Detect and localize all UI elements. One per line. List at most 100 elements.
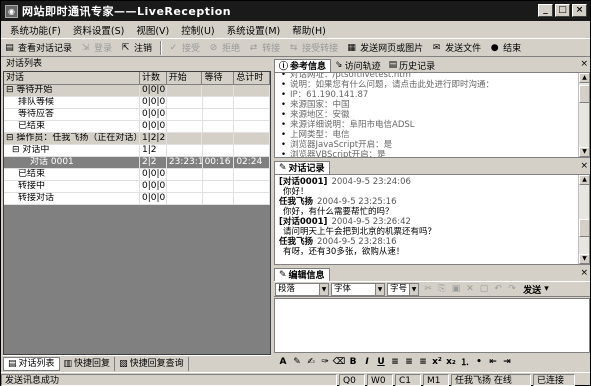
transfer-button[interactable]: ⇄ 转接: [248, 41, 280, 55]
align-left-icon[interactable]: ≡: [388, 355, 402, 368]
table-row[interactable]: 已结束 0|0|0: [4, 169, 270, 181]
table-cell: 0|0|0: [141, 169, 167, 180]
highlight-icon[interactable]: ✍: [304, 355, 318, 368]
eraser-icon[interactable]: ⌫: [332, 355, 346, 368]
underline-icon[interactable]: U: [374, 355, 388, 368]
table-cell: 0|0|0: [141, 97, 167, 108]
close-icon[interactable]: ×: [580, 161, 588, 171]
numbered-list-icon[interactable]: ⒈: [458, 355, 472, 368]
style-icon[interactable]: ✑: [318, 355, 332, 368]
tab-visit-trail[interactable]: ⇘ 访问轨迹: [331, 59, 385, 72]
undo-icon[interactable]: ↶: [491, 283, 505, 296]
table-cell: [203, 121, 235, 132]
reject-button[interactable]: ⊘ 拒绝: [208, 41, 240, 55]
accept-transfer-button[interactable]: ⇆ 接受转接: [288, 41, 338, 55]
tab-conversation-list[interactable]: ▤ 对话列表: [3, 356, 60, 371]
table-row[interactable]: ⊟ 操作员：任我飞扬（正在对话） 1|2|2: [4, 133, 270, 145]
subscript-icon[interactable]: x₂: [444, 355, 458, 368]
delete-icon[interactable]: ✕: [463, 283, 477, 296]
tab-edit-info[interactable]: ✎ 编辑信息: [274, 267, 330, 281]
status-q: Q0: [339, 373, 365, 386]
menu-settings[interactable]: 系统设置(M): [221, 23, 287, 37]
col-total[interactable]: 总计时: [234, 72, 270, 84]
tab-quick-reply-search[interactable]: ▧ 快捷回复查询: [115, 356, 189, 371]
menu-view[interactable]: 视图(V): [130, 23, 175, 37]
col-conversation[interactable]: 对话: [4, 72, 140, 84]
menu-help[interactable]: 帮助(H): [286, 23, 332, 37]
font-select[interactable]: 字体 ▼: [331, 282, 385, 296]
chat-scrollbar[interactable]: ▲ ▼: [578, 175, 589, 264]
tab-reference-info[interactable]: ⓘ 参考信息: [274, 58, 332, 72]
table-row[interactable]: 排队等候 0|0|0: [4, 97, 270, 109]
table-row[interactable]: ⊟ 对话中 1|2: [4, 145, 271, 157]
chat-sender: 任我飞扬: [279, 197, 314, 207]
view-log-button[interactable]: ▤ 查看对话记录: [4, 41, 72, 55]
send-file-button[interactable]: ✉ 发送文件: [431, 41, 481, 55]
col-count[interactable]: 计数: [140, 72, 167, 84]
status-m: M1: [423, 373, 449, 386]
trail-icon: ⇘: [335, 60, 343, 70]
send-page-button[interactable]: ▦ 发送网页或图片: [346, 41, 423, 55]
accept-button[interactable]: ✓ 接受: [168, 41, 200, 55]
italic-icon[interactable]: I: [360, 355, 374, 368]
close-icon[interactable]: ×: [580, 59, 588, 69]
table-cell: [234, 109, 270, 120]
tab-quick-reply[interactable]: ▥ 快捷回复: [60, 356, 116, 371]
send-button[interactable]: 发送 ▾: [519, 283, 553, 296]
bullet-list-icon[interactable]: •: [472, 355, 486, 368]
table-row[interactable]: 已结束 0|0|0: [4, 121, 270, 133]
transfer-icon: ⇄: [249, 42, 258, 53]
status-message: 发送讯息成功: [1, 373, 337, 386]
chat-sender: 任我飞扬: [279, 237, 314, 247]
table-row[interactable]: 转接对话 0|0|0: [4, 193, 270, 205]
bold-icon[interactable]: B: [346, 355, 360, 368]
table-cell: ⊟ 操作员：任我飞扬（正在对话）: [6, 133, 140, 144]
close-icon[interactable]: ×: [580, 268, 588, 278]
table-cell: [234, 85, 270, 96]
select-all-icon[interactable]: ▢: [477, 283, 491, 296]
copy-icon[interactable]: ⎘: [435, 283, 449, 296]
paragraph-select[interactable]: 段落 ▼: [275, 282, 329, 296]
indent-icon[interactable]: ⇥: [500, 355, 514, 368]
login-button[interactable]: ⇲ 登录: [80, 41, 112, 55]
log-icon: ▤: [5, 42, 14, 53]
size-select[interactable]: 字号 ▼: [387, 282, 419, 296]
table-cell: [203, 181, 235, 192]
paste-icon[interactable]: ▣: [449, 283, 463, 296]
align-right-icon[interactable]: ≡: [416, 355, 430, 368]
table-cell: [202, 85, 235, 96]
font-color-icon[interactable]: A: [276, 355, 290, 368]
table-row[interactable]: 对话 00012|223:23:1400:1602:24: [4, 157, 271, 169]
col-start[interactable]: 开始: [167, 72, 203, 84]
tab-history[interactable]: ▤ 历史记录: [385, 59, 440, 72]
message-input[interactable]: [274, 298, 590, 353]
superscript-icon[interactable]: x²: [430, 355, 444, 368]
info-scrollbar[interactable]: ▲ ▼: [578, 73, 589, 157]
table-cell: [167, 145, 203, 156]
minimize-button[interactable]: _: [538, 4, 553, 17]
info-icon: ⓘ: [279, 62, 289, 72]
accept-icon: ✓: [169, 42, 178, 53]
table-cell: [203, 145, 235, 156]
close-button[interactable]: ×: [572, 4, 587, 17]
redo-icon[interactable]: ↷: [505, 283, 519, 296]
table-row[interactable]: ⊟ 等待开始 0|0|0: [4, 85, 270, 97]
table-cell: [167, 121, 203, 132]
maximize-button[interactable]: □: [555, 4, 570, 17]
chat-message-header: [对话0001] 2004-9-5 23:26:42: [279, 217, 585, 227]
align-center-icon[interactable]: ≡: [402, 355, 416, 368]
tab-chat-record[interactable]: ✎ 对话记录: [274, 160, 330, 174]
logout-button[interactable]: ⇱ 注销: [120, 41, 152, 55]
table-row[interactable]: 等待应答 0|0|0: [4, 109, 270, 121]
menu-control[interactable]: 控制(U): [175, 23, 220, 37]
history-icon: ▤: [388, 60, 398, 70]
pen-icon[interactable]: ✎: [290, 355, 304, 368]
outdent-icon[interactable]: ⇤: [486, 355, 500, 368]
col-wait[interactable]: 等待: [202, 72, 235, 84]
table-row[interactable]: 转接中 0|0|0: [4, 181, 270, 193]
menu-data[interactable]: 资料设置(S): [67, 23, 130, 37]
cut-icon[interactable]: ✂: [421, 283, 435, 296]
table-cell: 1|2|2: [141, 133, 167, 144]
end-button[interactable]: ● 结束: [489, 41, 521, 55]
menu-system[interactable]: 系统功能(F): [4, 23, 67, 37]
